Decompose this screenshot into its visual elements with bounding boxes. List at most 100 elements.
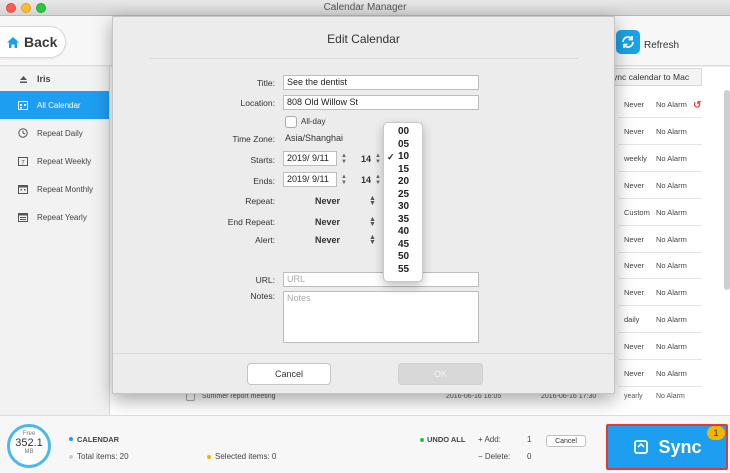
minute-option-label: 00 (398, 126, 410, 137)
minute-option[interactable]: 30 (384, 201, 422, 214)
row-title: Summer report meeting (202, 393, 276, 400)
row-alarm: No Alarm (656, 342, 687, 352)
end-repeat-select-arrows: ▲ ▼ (369, 216, 376, 228)
alert-select-arrows: ▲ ▼ (369, 234, 376, 246)
undo-all-button[interactable]: UNDO ALL (427, 435, 465, 444)
row-divider (618, 224, 702, 226)
minute-option-label: 10 (398, 151, 410, 162)
row-repeat: Never (624, 342, 645, 352)
row-divider (618, 386, 702, 387)
undo-icon[interactable]: ↺ (693, 100, 701, 111)
total-items: Total items: 20 (77, 452, 129, 461)
row-repeat: Never (624, 234, 645, 244)
row-alarm: No Alarm (656, 100, 687, 109)
notes-field[interactable]: Notes (283, 291, 479, 343)
minute-option[interactable]: ✓ 10 (384, 151, 422, 164)
timezone-label: Time Zone: (232, 134, 275, 144)
starts-date-stepper[interactable]: ▲ ▼ (340, 153, 348, 165)
selected-items: Selected items: 0 (215, 452, 277, 461)
sync-label: Sync (658, 436, 702, 457)
window-titlebar: Calendar Manager (0, 0, 730, 16)
sidebar-item-label: All Calendar (37, 100, 81, 110)
minute-option[interactable]: 00 (384, 126, 422, 139)
total-dot (69, 455, 73, 459)
allday-checkbox[interactable] (285, 116, 297, 128)
dialog-ok-button[interactable]: OK (398, 363, 483, 385)
repeat-select[interactable]: Never (315, 196, 340, 206)
bottom-cancel-button[interactable]: Cancel (546, 435, 586, 447)
calendar-year-icon (18, 212, 28, 222)
delete-count: 0 (527, 452, 532, 461)
sidebar-item-repeat-weekly[interactable]: 7 Repeat Weekly (0, 147, 109, 175)
add-label: + Add: (478, 435, 501, 444)
minute-option[interactable]: 55 (384, 264, 422, 277)
minute-option[interactable]: 40 (384, 226, 422, 239)
row-alarm: No Alarm (656, 153, 687, 163)
row-repeat: Never (624, 180, 645, 190)
ends-date-stepper[interactable]: ▲ ▼ (340, 174, 348, 186)
window-title: Calendar Manager (323, 2, 407, 13)
ends-time-stepper[interactable]: ▲ ▼ (374, 174, 382, 186)
minute-option[interactable]: 15 (384, 164, 422, 177)
ends-date-field[interactable]: 2019/ 9/11 (283, 172, 337, 187)
sidebar-item-repeat-yearly[interactable]: Repeat Yearly (0, 203, 109, 231)
minute-option-label: 50 (398, 251, 410, 262)
delete-label: − Delete: (478, 452, 511, 461)
starts-date-field[interactable]: 2019/ 9/11 (283, 151, 337, 166)
sidebar-item-all-calendar[interactable]: All Calendar (0, 91, 109, 119)
row-repeat: Never (624, 100, 645, 109)
row-start: 2016-06-16 16:05 (446, 393, 502, 400)
url-field[interactable]: URL (283, 272, 479, 287)
row-repeat: Never (624, 288, 645, 298)
tab-sync-calendar-to-mac[interactable]: ync calendar to Mac (602, 68, 702, 86)
calendar-grid-icon (18, 100, 28, 110)
starts-label: Starts: (250, 155, 275, 165)
url-label: URL: (255, 275, 275, 285)
minute-option-label: 40 (398, 226, 410, 237)
minute-option-label: 30 (398, 201, 410, 212)
row-alarm: No Alarm (656, 315, 687, 325)
add-count: 1 (527, 435, 532, 444)
row-divider (618, 332, 702, 334)
minute-option[interactable]: 50 (384, 251, 422, 264)
calendar-dot (69, 437, 73, 441)
minute-option[interactable]: 05 (384, 139, 422, 152)
starts-time-stepper[interactable]: ▲ ▼ (374, 153, 382, 165)
timezone-value: Asia/Shanghai (285, 133, 344, 143)
minute-option-label: 05 (398, 138, 410, 150)
row-end: 2016-06-16 17:30 (541, 393, 597, 400)
row-divider (618, 251, 702, 253)
minute-option[interactable]: 25 (384, 189, 422, 202)
alert-select[interactable]: Never (315, 235, 340, 245)
starts-hour[interactable]: 14 (361, 154, 371, 164)
checkmark-icon: ✓ (387, 152, 395, 162)
table-scrollbar[interactable] (724, 90, 730, 290)
minute-option-label: 20 (398, 176, 410, 187)
minute-option[interactable]: 45 (384, 239, 422, 252)
sidebar-item-repeat-daily[interactable]: Repeat Daily (0, 119, 109, 147)
end-repeat-select[interactable]: Never (315, 217, 340, 227)
title-field[interactable]: See the dentist (283, 75, 479, 90)
calendar-month-icon (18, 184, 28, 194)
back-button[interactable]: Back (0, 26, 66, 58)
dialog-cancel-button[interactable]: Cancel (247, 363, 331, 385)
refresh-button[interactable]: Refresh (616, 30, 679, 54)
row-repeat: yearly (624, 393, 643, 400)
location-field[interactable]: 808 Old Willow St (283, 95, 479, 110)
row-alarm: No Alarm (656, 393, 685, 400)
row-repeat: Never (624, 369, 645, 378)
sidebar-item-repeat-monthly[interactable]: Repeat Monthly (0, 175, 109, 203)
title-label: Title: (256, 78, 275, 88)
sidebar-owner[interactable]: Iris (0, 67, 109, 91)
divider (113, 353, 614, 354)
clock-icon (18, 128, 28, 138)
divider (149, 58, 578, 59)
row-repeat: Custom (624, 207, 650, 217)
minute-option[interactable]: 20 (384, 176, 422, 189)
minute-option-label: 25 (398, 188, 410, 200)
notes-label: Notes: (250, 291, 275, 301)
row-alarm: No Alarm (656, 261, 687, 271)
row-repeat: Never (624, 261, 645, 271)
ends-hour[interactable]: 14 (361, 175, 371, 185)
minute-option[interactable]: 35 (384, 214, 422, 227)
